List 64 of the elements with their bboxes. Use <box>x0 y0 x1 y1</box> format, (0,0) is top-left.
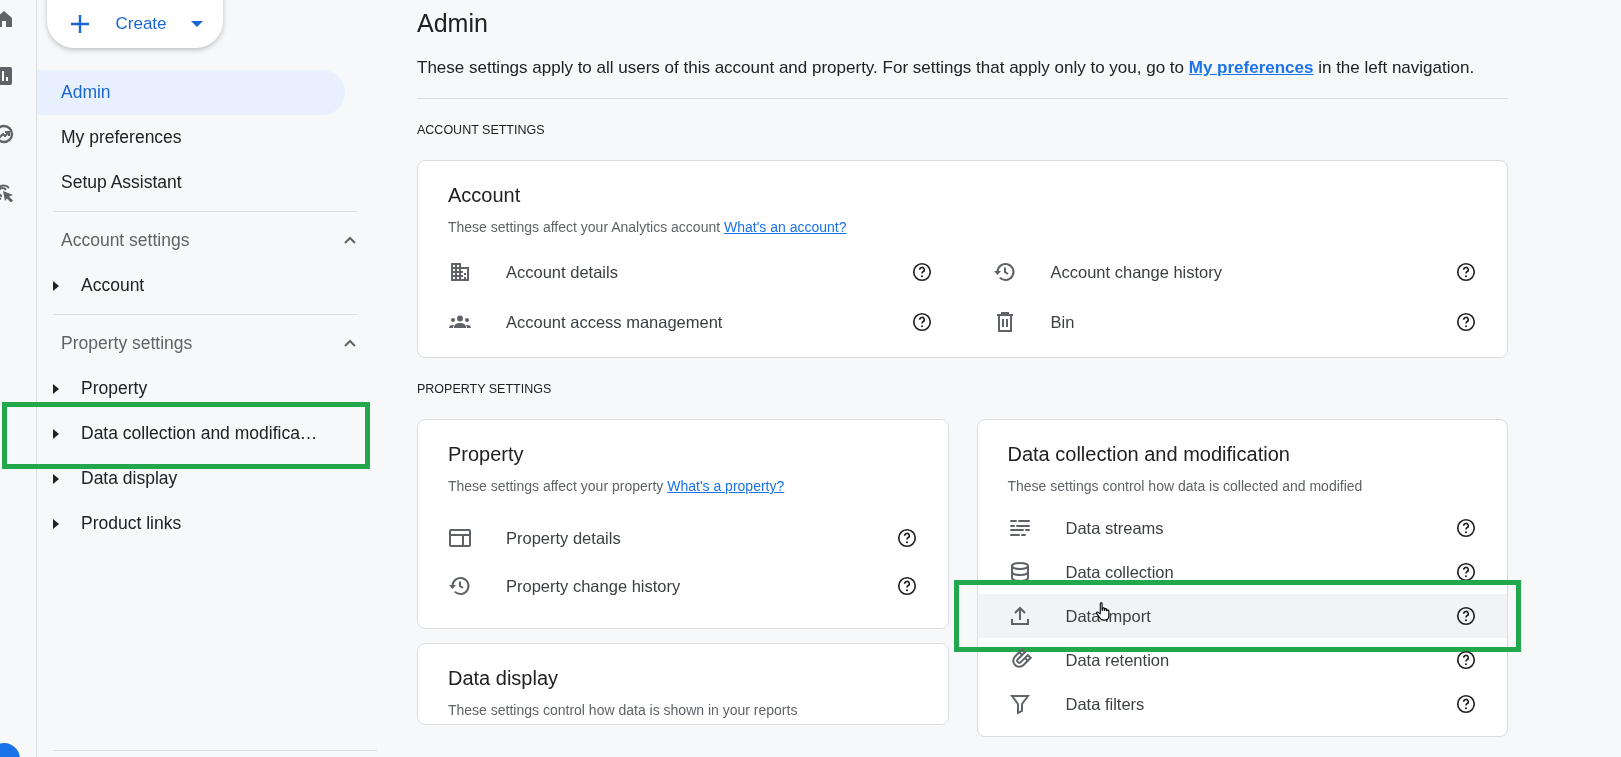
help-icon <box>1455 561 1477 583</box>
settings-row[interactable]: Account details <box>418 247 963 297</box>
plus-icon <box>69 13 91 35</box>
help-icon <box>895 527 918 549</box>
page-description: These settings apply to all users of this account and property. For settings that apply only to you, go to My preferences in the left navigation. <box>417 56 1508 99</box>
triangle-right-icon <box>51 473 61 484</box>
help-icon <box>910 311 933 333</box>
help-icon <box>1455 605 1477 627</box>
nav-item[interactable]: Admin <box>37 70 345 115</box>
tree-item[interactable]: Account <box>37 263 357 308</box>
section-title: Account settings <box>61 230 190 251</box>
building-icon <box>448 260 472 284</box>
chevron-up-icon <box>343 338 357 349</box>
history-icon <box>992 260 1017 284</box>
settings-row[interactable]: Data streams <box>977 506 1507 550</box>
help-icon <box>1455 517 1477 539</box>
section-heading: PROPERTY SETTINGS <box>417 381 553 398</box>
card-title: Data display <box>447 666 560 691</box>
triangle-right-icon <box>51 518 61 529</box>
cursor-target-icon <box>0 182 14 202</box>
card-description: These settings control how data is collected and modified <box>1006 477 1364 496</box>
nav-item[interactable]: My preferences <box>37 115 345 160</box>
card-title: Property <box>447 442 525 467</box>
settings-row[interactable]: Data filters <box>977 682 1507 726</box>
triangle-right-icon <box>51 280 61 291</box>
triangle-right-icon <box>51 428 61 439</box>
help-icon <box>1455 311 1477 333</box>
help-link[interactable]: What's an account? <box>724 219 847 235</box>
chevron-up-icon <box>343 235 357 246</box>
help-icon <box>895 575 918 597</box>
card-title: Account <box>447 183 522 208</box>
triangle-right-icon <box>51 383 61 394</box>
help-icon <box>1455 693 1477 715</box>
settings-row[interactable]: Bin <box>962 297 1507 347</box>
tree-item[interactable]: Data display <box>37 456 357 501</box>
home-icon <box>0 8 14 28</box>
card-title: Data collection and modification <box>1006 442 1291 467</box>
help-icon <box>1455 649 1477 671</box>
preferences-link[interactable]: My preferences <box>1188 58 1314 77</box>
create-button[interactable]: Create <box>47 0 223 48</box>
settings-row[interactable]: Data collection <box>977 550 1507 594</box>
tree-item[interactable]: Property <box>37 366 357 411</box>
help-link[interactable]: What's a property? <box>667 478 785 494</box>
help-icon <box>910 261 933 283</box>
section-title: Property settings <box>61 333 193 354</box>
filter-icon <box>1007 692 1032 716</box>
history-icon <box>448 574 472 598</box>
web-panel-icon <box>448 526 472 550</box>
settings-row[interactable]: Property change history <box>418 562 948 610</box>
section-heading: ACCOUNT SETTINGS <box>417 122 546 139</box>
help-icon <box>1455 261 1477 283</box>
page-title: Admin <box>417 8 489 39</box>
card-description: These settings affect your property What's a property? <box>447 477 786 496</box>
card-description: These settings affect your Analytics account What's an account? <box>447 218 848 237</box>
nav-item[interactable]: Setup Assistant <box>37 160 345 205</box>
bar-chart-icon <box>0 66 14 86</box>
tree-item[interactable]: Product links <box>37 501 357 546</box>
caret-icon <box>191 21 203 27</box>
settings-row[interactable]: Account access management <box>418 297 963 347</box>
tree-item[interactable]: Data collection and modifica… <box>37 411 357 456</box>
settings-row[interactable]: Property details <box>418 514 948 562</box>
settings-row[interactable]: Account change history <box>962 247 1507 297</box>
settings-row[interactable]: Data retention <box>977 638 1507 682</box>
card-description: These settings control how data is shown in your reports <box>447 701 799 720</box>
